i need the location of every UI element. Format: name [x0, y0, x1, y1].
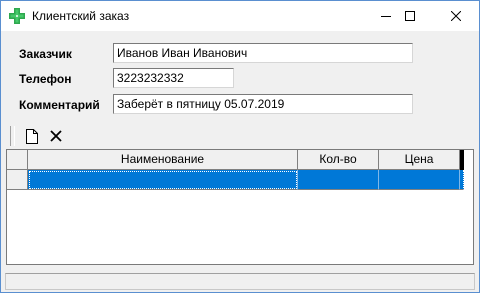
comment-label: Комментарий [19, 98, 100, 112]
items-grid[interactable]: Наименование Кол-во Цена [6, 149, 474, 265]
comment-field[interactable]: Заберёт в пятницу 05.07.2019 [113, 94, 413, 114]
maximize-button[interactable] [387, 1, 433, 31]
column-resize-handle[interactable] [460, 150, 464, 170]
status-bar [5, 273, 475, 290]
order-window: Клиентский заказ Заказчик Иванов Иван Ив… [0, 0, 480, 293]
toolbar-grip[interactable] [10, 126, 15, 146]
table-row[interactable] [7, 170, 473, 190]
green-cross-icon [9, 8, 25, 24]
close-button[interactable] [433, 1, 479, 31]
title-bar[interactable]: Клиентский заказ [1, 1, 479, 31]
delete-icon [50, 130, 62, 142]
cell-name[interactable] [28, 170, 298, 190]
new-row-button[interactable] [22, 125, 42, 147]
column-header-qty[interactable]: Кол-во [298, 150, 379, 170]
window-title: Клиентский заказ [32, 9, 130, 23]
column-header-price[interactable]: Цена [379, 150, 460, 170]
cell-filler [460, 170, 464, 190]
phone-label: Телефон [19, 72, 72, 86]
row-indicator-header [7, 150, 28, 170]
phone-field[interactable]: 3223232332 [113, 68, 234, 88]
customer-field[interactable]: Иванов Иван Иванович [113, 43, 413, 63]
close-icon [451, 11, 461, 21]
cell-price[interactable] [379, 170, 460, 190]
grid-toolbar [6, 123, 472, 149]
maximize-icon [405, 11, 415, 21]
customer-label: Заказчик [19, 47, 72, 61]
delete-row-button[interactable] [46, 125, 66, 147]
column-header-name[interactable]: Наименование [28, 150, 298, 170]
new-document-icon [26, 128, 38, 144]
row-indicator[interactable] [7, 170, 28, 190]
cell-qty[interactable] [298, 170, 379, 190]
grid-header: Наименование Кол-во Цена [7, 150, 473, 170]
